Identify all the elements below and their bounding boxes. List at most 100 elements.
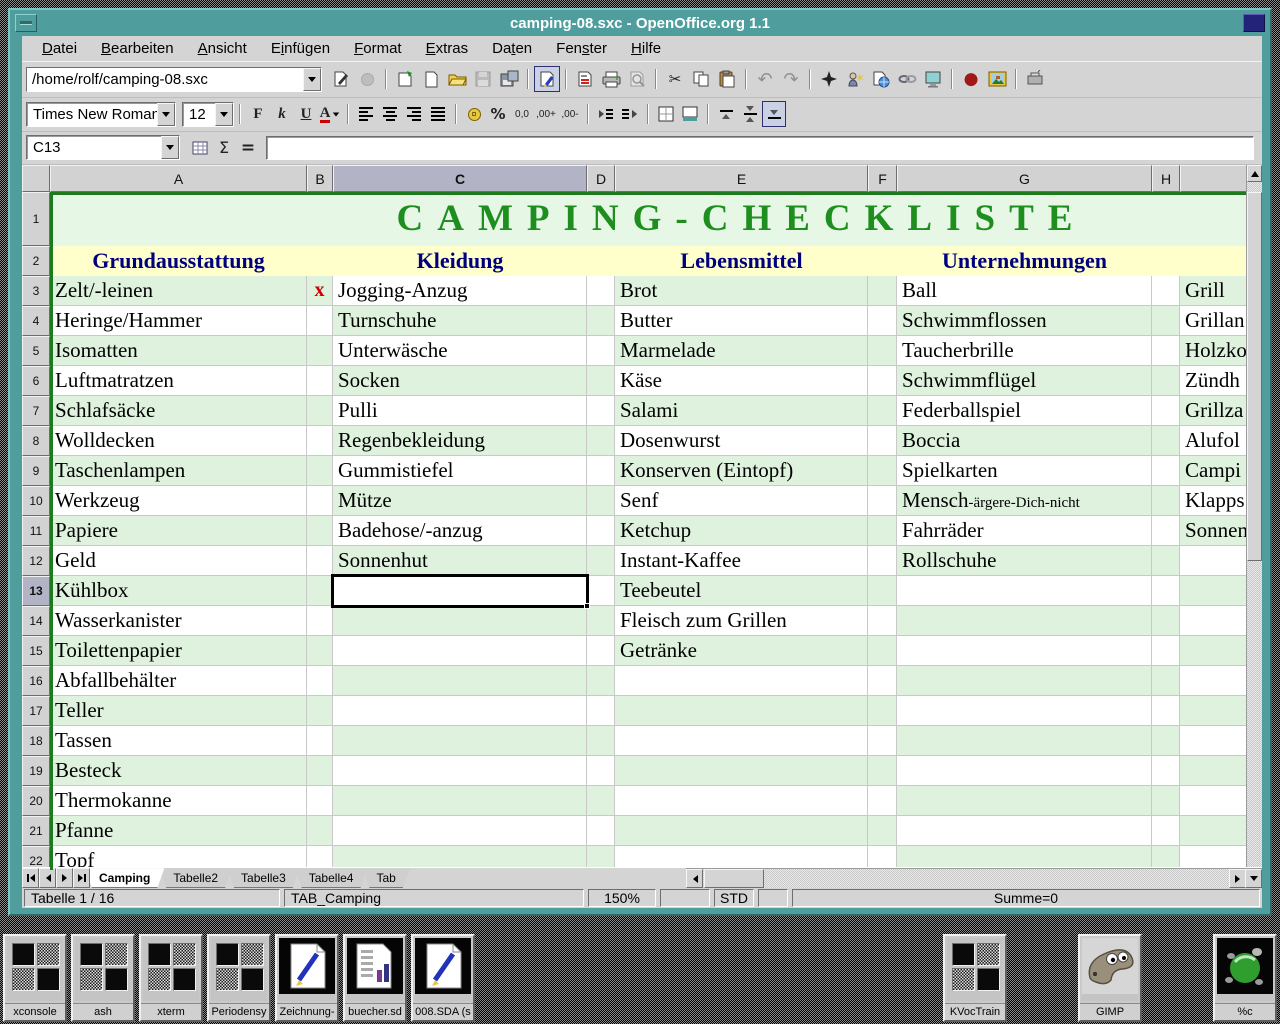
cell-C7[interactable]: Pulli (333, 396, 587, 426)
menu-hilfe[interactable]: Hilfe (619, 37, 673, 60)
cell-C12[interactable]: Sonnenhut (333, 546, 587, 576)
cell-A11[interactable]: Papiere (50, 516, 307, 546)
row-header-17[interactable]: 17 (22, 696, 50, 726)
cell-E15[interactable]: Getränke (615, 636, 868, 666)
cell-G3[interactable]: Ball (897, 276, 1152, 306)
menu-format[interactable]: Format (342, 37, 414, 60)
cell-A18[interactable]: Tassen (50, 726, 307, 756)
cell-B14[interactable] (307, 606, 333, 636)
increase-indent-button[interactable] (618, 101, 642, 127)
column-header-A[interactable]: A (50, 165, 307, 192)
cell-H11[interactable] (1152, 516, 1180, 546)
cell-A8[interactable]: Wolldecken (50, 426, 307, 456)
column-header-G[interactable]: G (897, 165, 1152, 192)
percent-format-button[interactable]: % (486, 101, 510, 127)
cell-D16[interactable] (587, 666, 615, 696)
desktop-icon-ash[interactable]: ash (71, 934, 135, 1022)
cell-F8[interactable] (868, 426, 897, 456)
cell-F5[interactable] (868, 336, 897, 366)
cell-F9[interactable] (868, 456, 897, 486)
function-wizard-button[interactable] (188, 135, 212, 161)
cell-B17[interactable] (307, 696, 333, 726)
cell-E8[interactable]: Dosenwurst (615, 426, 868, 456)
desktop-icon-zeichnung-[interactable]: Zeichnung- (275, 934, 339, 1022)
cell-H8[interactable] (1152, 426, 1180, 456)
column-header-H[interactable]: H (1152, 165, 1180, 192)
cell-H3[interactable] (1152, 276, 1180, 306)
edit-document-button[interactable] (392, 66, 418, 92)
scroll-up-button[interactable] (1247, 165, 1262, 182)
status-selection-mode[interactable]: STD (714, 889, 754, 907)
row-header-2[interactable]: 2 (22, 246, 50, 276)
cell-E7[interactable]: Salami (615, 396, 868, 426)
menu-daten[interactable]: Daten (480, 37, 544, 60)
cell-C18[interactable] (333, 726, 587, 756)
cell-H19[interactable] (1152, 756, 1180, 786)
menu-extras[interactable]: Extras (414, 37, 481, 60)
borders-button[interactable] (654, 101, 678, 127)
desktop-icon-kvoctrain[interactable]: KVocTrain (943, 934, 1007, 1022)
new-document-button[interactable] (418, 66, 444, 92)
previous-sheet-button[interactable] (39, 868, 56, 888)
cell-E21[interactable] (615, 816, 868, 846)
cell-C5[interactable]: Unterwäsche (333, 336, 587, 366)
row-header-7[interactable]: 7 (22, 396, 50, 426)
gallery-button[interactable] (984, 66, 1010, 92)
cell-G12[interactable]: Rollschuhe (897, 546, 1152, 576)
sheet-tab-camping[interactable]: Camping (90, 868, 164, 888)
cell-C3[interactable]: Jogging-Anzug (333, 276, 587, 306)
cell-A9[interactable]: Taschenlampen (50, 456, 307, 486)
cell-I19[interactable] (1180, 756, 1246, 786)
cell-I12[interactable] (1180, 546, 1246, 576)
cell-F19[interactable] (868, 756, 897, 786)
align-left-button[interactable] (354, 101, 378, 127)
cell-I16[interactable] (1180, 666, 1246, 696)
cell-B9[interactable] (307, 456, 333, 486)
cell-D8[interactable] (587, 426, 615, 456)
cell-G16[interactable] (897, 666, 1152, 696)
cell-D5[interactable] (587, 336, 615, 366)
row-header-18[interactable]: 18 (22, 726, 50, 756)
cell-G8[interactable]: Boccia (897, 426, 1152, 456)
decrease-indent-button[interactable] (594, 101, 618, 127)
cell-D14[interactable] (587, 606, 615, 636)
font-size-dropdown[interactable] (215, 103, 233, 126)
desktop-icon-buecher-sd[interactable]: buecher.sd (343, 934, 407, 1022)
row-header-4[interactable]: 4 (22, 306, 50, 336)
sum-button[interactable]: Σ (212, 135, 236, 161)
cell-E6[interactable]: Käse (615, 366, 868, 396)
cell-H5[interactable] (1152, 336, 1180, 366)
italic-button[interactable]: k (270, 101, 294, 127)
cell-E17[interactable] (615, 696, 868, 726)
cell-F4[interactable] (868, 306, 897, 336)
menu-bearbeiten[interactable]: Bearbeiten (89, 37, 186, 60)
cell-B8[interactable] (307, 426, 333, 456)
bold-button[interactable]: F (246, 101, 270, 127)
cell-I18[interactable] (1180, 726, 1246, 756)
cell-I5[interactable]: Holzko (1180, 336, 1246, 366)
cell-B4[interactable] (307, 306, 333, 336)
row-header-12[interactable]: 12 (22, 546, 50, 576)
cell-I20[interactable] (1180, 786, 1246, 816)
paste-button[interactable] (714, 66, 740, 92)
cell-G5[interactable]: Taucherbrille (897, 336, 1152, 366)
font-color-button[interactable]: A (318, 101, 342, 127)
cell-F16[interactable] (868, 666, 897, 696)
edit-file-toggle[interactable] (534, 66, 560, 92)
checkmark-B3[interactable]: x (307, 276, 333, 306)
selection-handle[interactable] (584, 603, 590, 609)
vertical-scroll-thumb[interactable] (1247, 192, 1262, 561)
sheet-tab-tabelle4[interactable]: Tabelle4 (295, 868, 368, 888)
font-size-combobox[interactable]: 12 (182, 102, 234, 127)
hyperlink-button[interactable] (894, 66, 920, 92)
cell-G4[interactable]: Schwimmflossen (897, 306, 1152, 336)
desktop-icon-xterm[interactable]: xterm (139, 934, 203, 1022)
cell-H15[interactable] (1152, 636, 1180, 666)
row-header-9[interactable]: 9 (22, 456, 50, 486)
cell-G20[interactable] (897, 786, 1152, 816)
standard-format-button[interactable]: 0,0 (510, 101, 534, 127)
cell-H7[interactable] (1152, 396, 1180, 426)
underline-button[interactable]: U (294, 101, 318, 127)
cell-H17[interactable] (1152, 696, 1180, 726)
vertical-scrollbar[interactable] (1246, 165, 1262, 870)
